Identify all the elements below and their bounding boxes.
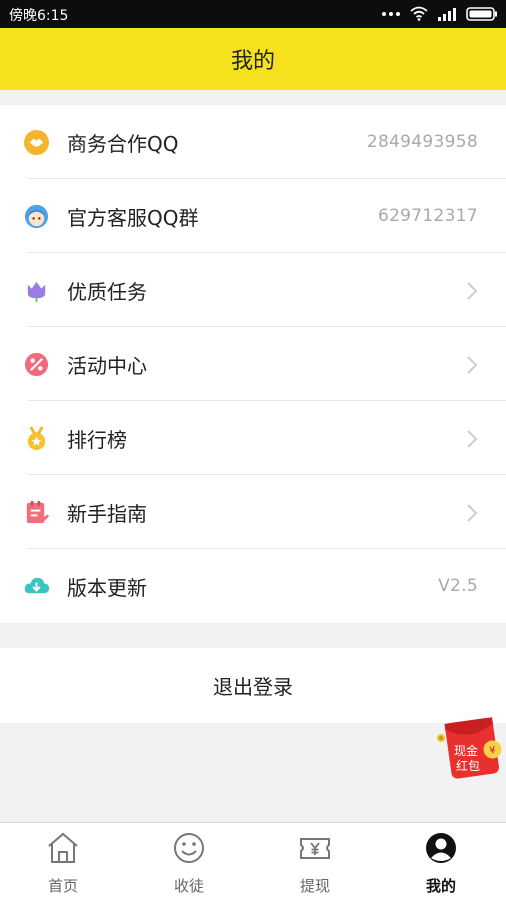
customer-service-icon xyxy=(24,204,49,229)
tab-label: 收徒 xyxy=(173,877,204,895)
menu-label: 新手指南 xyxy=(67,501,147,526)
menu-item-quality-tasks[interactable]: 优质任务 xyxy=(0,253,506,327)
tab-label: 首页 xyxy=(47,877,78,895)
menu-item-beginner-guide[interactable]: 新手指南 xyxy=(0,475,506,549)
red-packet-button[interactable]: ¥ 现金 红包 xyxy=(436,712,506,782)
smiley-icon xyxy=(174,833,204,863)
menu-label: 排行榜 xyxy=(67,427,127,452)
menu-item-leaderboard[interactable]: 排行榜 xyxy=(0,401,506,475)
wifi-icon xyxy=(410,6,428,21)
tab-home[interactable]: 首页 xyxy=(0,823,126,901)
menu-label: 优质任务 xyxy=(67,279,147,304)
signal-icon xyxy=(438,7,456,21)
status-time: 傍晚6:15 xyxy=(9,8,69,24)
flower-icon xyxy=(27,281,46,303)
menu-value: 629712317 xyxy=(377,206,478,226)
tab-apprentice[interactable]: 收徒 xyxy=(126,823,252,901)
tab-withdraw[interactable]: 提现 xyxy=(252,823,378,901)
menu-label: 活动中心 xyxy=(67,353,147,378)
menu-list: 商务合作QQ 2849493958 官方客服QQ群 629712317 优质任务 xyxy=(0,105,506,623)
logout-button[interactable]: 退出登录 xyxy=(0,648,506,723)
activity-icon xyxy=(24,352,49,377)
menu-item-activity-center[interactable]: 活动中心 xyxy=(0,327,506,401)
home-icon xyxy=(48,832,78,863)
chevron-right-icon xyxy=(467,282,478,300)
tab-label: 提现 xyxy=(299,877,330,895)
page-header: 我的 xyxy=(0,28,506,90)
tab-label: 我的 xyxy=(425,877,456,895)
red-packet-line2: 红包 xyxy=(456,759,481,773)
guide-book-icon xyxy=(26,500,50,524)
status-icons xyxy=(381,6,498,21)
handshake-icon xyxy=(23,129,50,156)
status-bar: 傍晚6:15 xyxy=(0,0,506,28)
medal-icon xyxy=(27,426,46,451)
chevron-right-icon xyxy=(467,356,478,374)
menu-label: 版本更新 xyxy=(67,575,147,600)
menu-label: 商务合作QQ xyxy=(67,131,179,156)
version-value: V2.5 xyxy=(438,576,478,596)
tab-mine[interactable]: 我的 xyxy=(378,823,504,901)
menu-label: 官方客服QQ群 xyxy=(67,205,199,230)
battery-icon xyxy=(466,6,497,21)
bottom-tab-bar: 首页 收徒 提现 我的 xyxy=(0,822,506,901)
menu-item-service-qq-group[interactable]: 官方客服QQ群 629712317 xyxy=(0,179,506,253)
ticket-icon xyxy=(300,838,330,859)
menu-value: 2849493958 xyxy=(366,132,478,152)
chevron-right-icon xyxy=(467,430,478,448)
page-title: 我的 xyxy=(230,49,275,74)
cloud-download-icon xyxy=(24,577,50,594)
menu-item-version-update[interactable]: 版本更新 V2.5 xyxy=(0,549,506,623)
menu-item-business-qq[interactable]: 商务合作QQ 2849493958 xyxy=(0,105,506,179)
chevron-right-icon xyxy=(467,504,478,522)
user-icon xyxy=(426,833,456,863)
logout-label: 退出登录 xyxy=(213,675,293,699)
more-dots-icon xyxy=(382,11,400,16)
